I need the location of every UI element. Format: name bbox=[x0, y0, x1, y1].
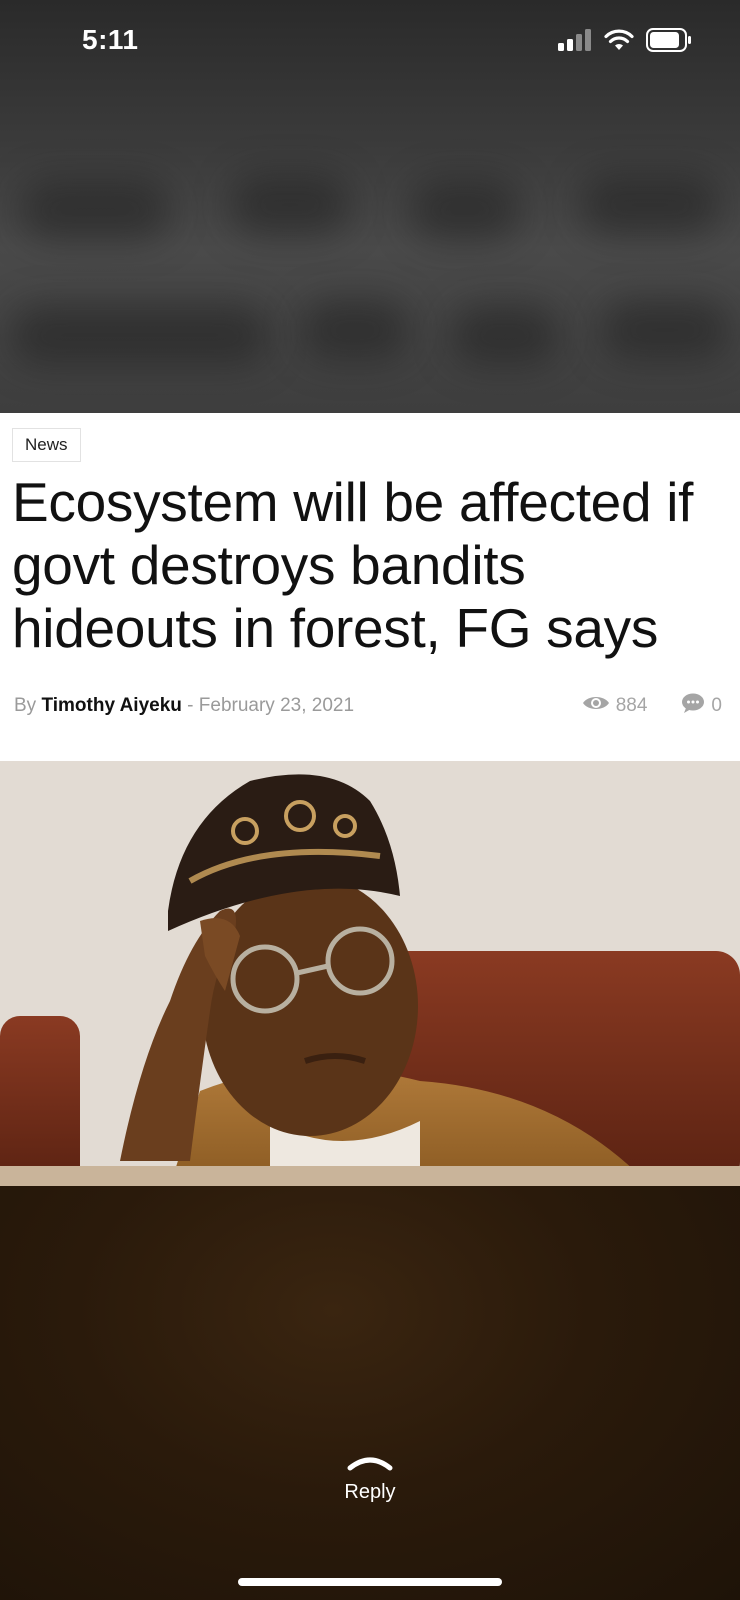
article-stats: 884 0 bbox=[582, 692, 722, 720]
author-name[interactable]: Timothy Aiyeku bbox=[41, 695, 181, 716]
article-card[interactable]: News Ecosystem will be affected if govt … bbox=[0, 413, 740, 761]
eye-icon bbox=[582, 694, 610, 718]
reply-label[interactable]: Reply bbox=[0, 1481, 740, 1504]
reply-button[interactable]: Reply bbox=[0, 1450, 740, 1504]
status-time: 5:11 bbox=[82, 24, 139, 55]
home-indicator[interactable] bbox=[238, 1578, 502, 1586]
article-photo bbox=[0, 761, 740, 1186]
comment-count[interactable]: 0 bbox=[711, 695, 722, 717]
view-count: 884 bbox=[615, 695, 648, 716]
status-bar: 5:11 bbox=[0, 0, 740, 86]
article-headline: Ecosystem will be affected if govt destr… bbox=[12, 471, 694, 659]
chevron-up-icon[interactable] bbox=[346, 1457, 394, 1476]
by-label: By bbox=[14, 695, 37, 716]
article-meta: By Timothy Aiyeku - February 23, 2021 bbox=[14, 695, 354, 717]
comment-icon[interactable] bbox=[681, 692, 705, 720]
publish-date: February 23, 2021 bbox=[198, 695, 355, 716]
battery-icon bbox=[646, 28, 692, 57]
category-tag[interactable]: News bbox=[12, 428, 81, 462]
meta-separator: - bbox=[187, 695, 194, 716]
blurred-background-bottom bbox=[0, 1186, 740, 1600]
cellular-signal-icon bbox=[558, 29, 592, 56]
wifi-icon bbox=[604, 29, 634, 56]
